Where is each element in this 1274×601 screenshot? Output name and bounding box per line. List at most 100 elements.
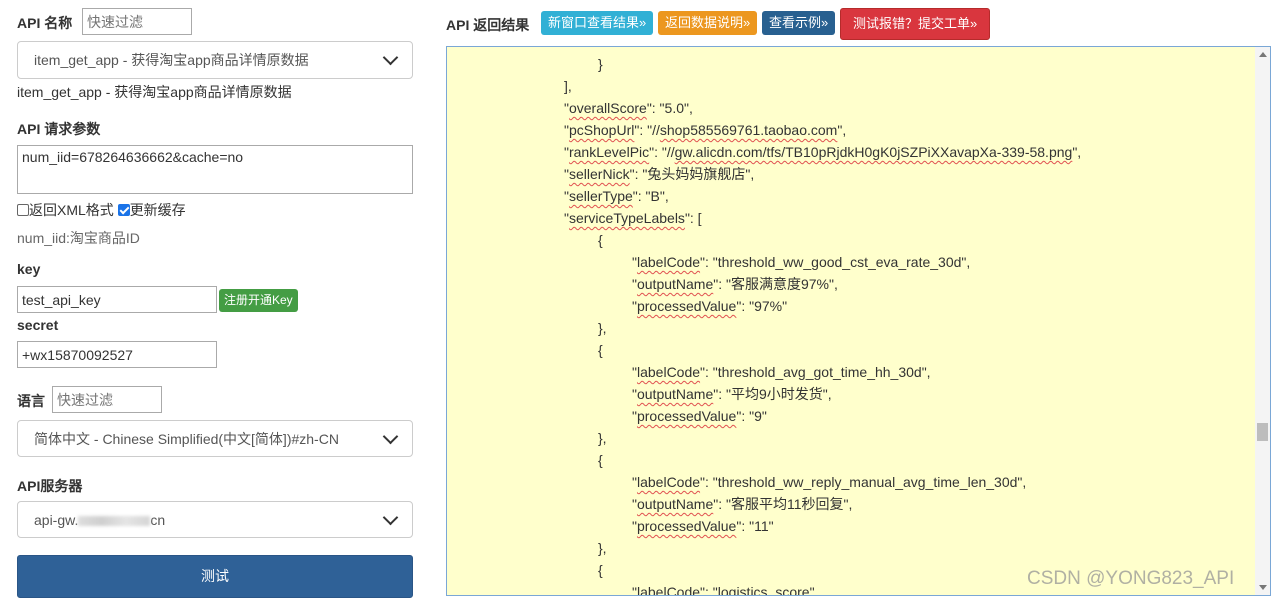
result-scrollbar[interactable] — [1255, 47, 1270, 595]
json-key: outputName — [636, 276, 714, 292]
chevron-down-icon — [382, 509, 399, 525]
result-line: }, — [447, 317, 1254, 339]
json-text: ": "97%" — [736, 298, 788, 314]
json-text: ": "9" — [736, 408, 767, 424]
api-select-value: item_get_app - 获得淘宝app商品详情原数据 — [34, 52, 309, 68]
chevron-down-icon — [382, 428, 399, 444]
server-label: API服务器 — [17, 478, 83, 494]
scroll-up-icon[interactable] — [1259, 52, 1267, 57]
json-key: sellerNick — [568, 166, 630, 182]
json-text: { — [598, 562, 603, 578]
json-text: { — [598, 452, 603, 468]
server-select[interactable]: api-gw. cn — [17, 501, 413, 538]
json-key: outputName — [636, 386, 714, 402]
result-line: "sellerNick": "兔头妈妈旗舰店", — [447, 163, 1254, 185]
data-description-button[interactable]: 返回数据说明» — [658, 11, 758, 35]
json-text: ": "B", — [632, 188, 669, 204]
result-line: "pcShopUrl": "//shop585569761.taobao.com… — [447, 119, 1254, 141]
update-cache-label: 更新缓存 — [129, 202, 186, 218]
language-filter-input[interactable] — [52, 386, 162, 413]
json-text: { — [598, 232, 603, 248]
language-select-value: 简体中文 - Chinese Simplified(中文[简体])#zh-CN — [34, 430, 339, 447]
result-line: "labelCode": "threshold_ww_reply_manual_… — [447, 471, 1254, 493]
key-input[interactable] — [17, 286, 217, 313]
result-line: "serviceTypeLabels": [ — [447, 207, 1254, 229]
result-line: "sellerType": "B", — [447, 185, 1254, 207]
api-description: item_get_app - 获得淘宝app商品详情原数据 — [17, 84, 292, 100]
watermark: CSDN @YONG823_API — [1027, 568, 1235, 589]
submit-ticket-button[interactable]: 测试报错？提交工单» — [840, 8, 991, 40]
view-example-button[interactable]: 查看示例» — [762, 11, 836, 35]
json-key: labelCode — [636, 364, 701, 380]
scroll-thumb[interactable] — [1257, 423, 1268, 441]
json-key: shop585569761.taobao.com — [659, 122, 838, 138]
params-label: API 请求参数 — [17, 121, 101, 137]
result-line: { — [447, 449, 1254, 471]
result-line: "overallScore": "5.0", — [447, 97, 1254, 119]
json-key: labelCode — [636, 474, 701, 490]
result-label: API 返回结果 — [446, 17, 530, 33]
json-text: ": "客服平均11秒回复", — [713, 496, 853, 512]
json-text: ": "threshold_avg_got_time_hh_30d", — [700, 364, 931, 380]
chevron-down-icon — [382, 49, 399, 66]
json-text: ": "5.0", — [646, 100, 693, 116]
json-key: gw.alicdn.com/tfs/TB10pRjdkH0gK0jSZPiXXa… — [674, 144, 1073, 160]
json-text: ": "客服满意度97%", — [713, 276, 838, 292]
secret-label: secret — [17, 317, 59, 333]
result-line: ], — [447, 75, 1254, 97]
json-key: processedValue — [636, 298, 737, 314]
secret-input[interactable] — [17, 341, 217, 368]
language-select[interactable]: 简体中文 - Chinese Simplified(中文[简体])#zh-CN — [17, 420, 413, 457]
api-select[interactable]: item_get_app - 获得淘宝app商品详情原数据 — [17, 41, 413, 79]
json-text: ": "threshold_ww_good_cst_eva_rate_30d", — [700, 254, 971, 270]
xml-format-label: 返回XML格式 — [29, 202, 114, 218]
param-hint: num_iid:淘宝商品ID — [17, 230, 140, 246]
result-line: { — [447, 339, 1254, 361]
open-new-window-button[interactable]: 新窗口查看结果» — [541, 11, 654, 35]
json-text: }, — [598, 430, 607, 446]
json-text: ": "// — [634, 122, 660, 138]
json-text: } — [598, 56, 603, 72]
result-line: "outputName": "平均9小时发货", — [447, 383, 1254, 405]
language-label: 语言 — [17, 393, 45, 409]
server-select-value: api-gw. cn — [34, 511, 166, 528]
json-key: labelCode — [636, 254, 701, 270]
json-text: ", — [837, 122, 847, 138]
api-filter-input[interactable] — [82, 8, 192, 35]
json-text: }, — [598, 540, 607, 556]
json-key: labelCode — [636, 584, 701, 596]
scroll-down-icon[interactable] — [1259, 585, 1267, 590]
result-line: } — [447, 53, 1254, 75]
key-label: key — [17, 261, 41, 277]
result-line: "outputName": "客服平均11秒回复", — [447, 493, 1254, 515]
register-key-button[interactable]: 注册开通Key — [219, 289, 298, 312]
xml-format-checkbox[interactable] — [17, 204, 29, 216]
json-text: ], — [564, 78, 572, 94]
api-name-label: API 名称 — [17, 15, 73, 31]
result-line: }, — [447, 537, 1254, 559]
json-text: ": "// — [649, 144, 675, 160]
json-key: sellerType — [568, 188, 633, 204]
json-key: overallScore — [568, 100, 647, 116]
json-text: ": "平均9小时发货", — [713, 386, 832, 402]
json-text: ": "logistics_score", — [700, 584, 819, 596]
result-line: "processedValue": "97%" — [447, 295, 1254, 317]
update-cache-checkbox[interactable] — [117, 204, 130, 216]
json-key: processedValue — [636, 408, 737, 424]
result-code: }], "overallScore": "5.0", "pcShopUrl": "/… — [447, 53, 1254, 596]
params-textarea[interactable]: num_iid=678264636662&cache=no — [17, 145, 413, 194]
result-panel[interactable]: }], "overallScore": "5.0", "pcShopUrl": "/… — [446, 46, 1271, 596]
result-line: "processedValue": "9" — [447, 405, 1254, 427]
result-line: "labelCode": "threshold_avg_got_time_hh_… — [447, 361, 1254, 383]
result-line: "processedValue": "11" — [447, 515, 1254, 537]
json-text: ": "11" — [736, 518, 774, 534]
json-key: pcShopUrl — [568, 122, 635, 138]
json-key: processedValue — [636, 518, 737, 534]
json-text: ": "兔头妈妈旗舰店", — [629, 166, 755, 182]
json-text: ": "threshold_ww_reply_manual_avg_time_l… — [700, 474, 1027, 490]
json-text: { — [598, 342, 603, 358]
options-row: 返回XML格式 更新缓存 — [17, 200, 186, 220]
test-button[interactable]: 测试 — [17, 555, 413, 598]
result-line: "rankLevelPic": "//gw.alicdn.com/tfs/TB1… — [447, 141, 1254, 163]
result-line: "labelCode": "threshold_ww_good_cst_eva_… — [447, 251, 1254, 273]
